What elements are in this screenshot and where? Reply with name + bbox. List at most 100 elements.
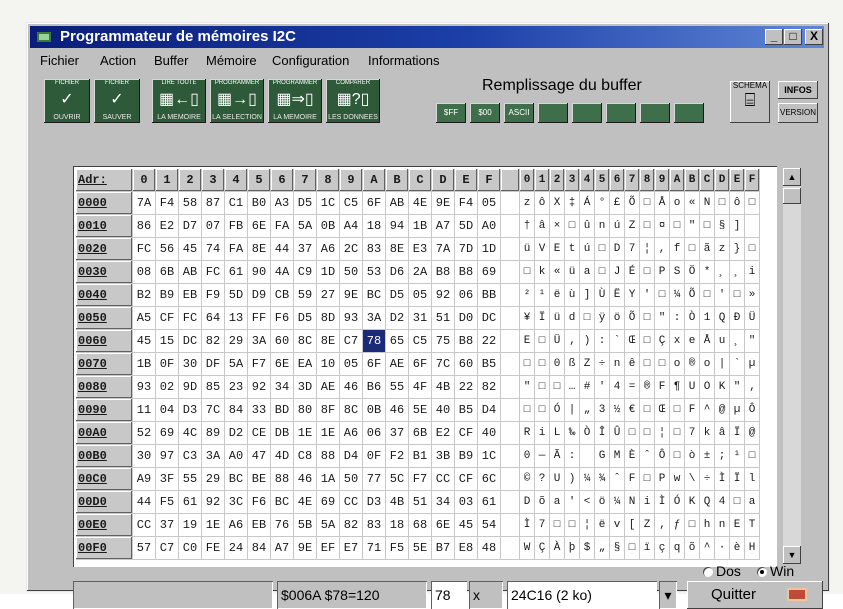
hex-cell[interactable]: FE (201, 536, 225, 560)
hex-cell[interactable]: B8 (431, 260, 455, 284)
hex-cell[interactable]: 44 (132, 490, 156, 514)
ascii-cell[interactable]: " (684, 214, 700, 238)
hex-cell[interactable]: 47 (247, 444, 271, 468)
ascii-cell[interactable]: * (699, 260, 715, 284)
hex-cell[interactable]: 65 (385, 329, 409, 353)
hex-cell[interactable]: 6B (155, 260, 179, 284)
hex-cell[interactable]: 3B (431, 444, 455, 468)
scroll-up-icon[interactable]: ▲ (783, 168, 801, 186)
ascii-cell[interactable]: ã (699, 237, 715, 261)
ascii-cell[interactable]: □ (594, 260, 610, 284)
hex-cell[interactable]: 82 (477, 375, 501, 399)
ascii-cell[interactable]: □ (579, 306, 595, 330)
ascii-cell[interactable]: û (579, 214, 595, 238)
hex-cell[interactable]: 68 (408, 513, 432, 537)
ascii-cell[interactable]: □ (729, 490, 745, 514)
hex-cell[interactable]: 1C (316, 191, 340, 215)
ascii-cell[interactable]: v (609, 513, 625, 537)
hex-cell[interactable]: 2A (408, 260, 432, 284)
menu-informations[interactable]: Informations (368, 53, 440, 68)
hex-cell[interactable]: 18 (385, 513, 409, 537)
ascii-cell[interactable]: □ (669, 214, 685, 238)
hex-cell[interactable]: CE (247, 421, 271, 445)
ascii-cell[interactable]: □ (654, 283, 670, 307)
ascii-cell[interactable]: ) (564, 467, 580, 491)
ascii-cell[interactable]: E (549, 237, 565, 261)
ascii-cell[interactable]: Ô (744, 398, 760, 422)
ascii-cell[interactable]: ¼ (609, 490, 625, 514)
ascii-cell[interactable]: □ (639, 398, 655, 422)
ascii-cell[interactable]: Ë (609, 283, 625, 307)
hex-cell[interactable]: BE (247, 467, 271, 491)
ascii-cell[interactable]: ß (564, 352, 580, 376)
hex-cell[interactable]: 30 (132, 444, 156, 468)
ascii-cell[interactable]: " (654, 306, 670, 330)
ascii-cell[interactable]: | (564, 398, 580, 422)
hex-cell[interactable]: 04 (155, 398, 179, 422)
hex-cell[interactable]: D5 (385, 283, 409, 307)
ascii-cell[interactable]: ú (579, 237, 595, 261)
ascii-cell[interactable]: ‰ (564, 421, 580, 445)
hex-cell[interactable]: 34 (270, 375, 294, 399)
ascii-cell[interactable]: Ü (744, 306, 760, 330)
ascii-cell[interactable]: @ (714, 398, 730, 422)
hex-cell[interactable]: 0B (316, 214, 340, 238)
hex-cell[interactable]: A5 (132, 306, 156, 330)
program-memory-button[interactable]: PROGRAMMER ▦⇒▯ LA MEMOIRE (268, 79, 322, 123)
ascii-cell[interactable]: □ (699, 214, 715, 238)
hex-cell[interactable]: 5D (224, 283, 248, 307)
menu-configuration[interactable]: Configuration (272, 53, 349, 68)
hex-cell[interactable]: 87 (201, 191, 225, 215)
ascii-cell[interactable]: ‚ (654, 513, 670, 537)
hex-cell[interactable]: 8E (316, 329, 340, 353)
hex-cell[interactable]: 37 (385, 421, 409, 445)
fill-pattern-button[interactable] (538, 103, 568, 123)
hex-cell[interactable]: D4 (339, 444, 363, 468)
hex-cell[interactable]: 4D (270, 444, 294, 468)
ascii-cell[interactable]: P (654, 260, 670, 284)
ascii-cell[interactable]: µ (729, 398, 745, 422)
ascii-cell[interactable]: · (714, 536, 730, 560)
hex-cell[interactable]: 8D (316, 306, 340, 330)
hex-cell[interactable]: 6E (247, 214, 271, 238)
hex-cell[interactable]: 88 (316, 444, 340, 468)
ascii-cell[interactable]: ¼ (579, 467, 595, 491)
hex-cell[interactable]: A6 (316, 237, 340, 261)
hex-cell[interactable]: 8F (316, 398, 340, 422)
hex-cell[interactable]: 60 (270, 329, 294, 353)
ascii-cell[interactable]: Q (699, 490, 715, 514)
ascii-cell[interactable]: □ (654, 352, 670, 376)
hex-cell[interactable]: 83 (362, 513, 386, 537)
ascii-cell[interactable]: 7 (534, 513, 550, 537)
program-selection-button[interactable]: PROGRAMMER ▦→▯ LA SELECTION (210, 79, 264, 123)
ascii-cell[interactable]: □ (534, 375, 550, 399)
hex-cell[interactable]: B0 (247, 191, 271, 215)
fill-select-button[interactable] (640, 103, 670, 123)
ascii-cell[interactable]: □ (639, 191, 655, 215)
ascii-cell[interactable]: f (669, 237, 685, 261)
ascii-cell[interactable]: õ (534, 490, 550, 514)
ascii-cell[interactable]: Å (699, 329, 715, 353)
ascii-cell[interactable]: 4 (714, 490, 730, 514)
hex-cell[interactable]: B5 (454, 398, 478, 422)
hex-cell[interactable]: FC (178, 306, 202, 330)
hex-cell[interactable]: 0F (362, 444, 386, 468)
value-clear-button[interactable]: x (469, 581, 503, 609)
ascii-cell[interactable]: o (669, 191, 685, 215)
hex-cell[interactable]: 80 (293, 398, 317, 422)
ascii-cell[interactable]: U (684, 375, 700, 399)
hex-cell[interactable]: E7 (339, 536, 363, 560)
hex-cell[interactable]: 89 (201, 421, 225, 445)
hex-cell[interactable]: D0 (454, 306, 478, 330)
ascii-cell[interactable]: ¹ (534, 283, 550, 307)
ascii-cell[interactable]: ‚ (744, 375, 760, 399)
hex-cell[interactable]: 75 (431, 329, 455, 353)
hex-cell[interactable]: 48 (477, 536, 501, 560)
ascii-cell[interactable]: □ (684, 513, 700, 537)
hex-cell[interactable]: 31 (408, 306, 432, 330)
hex-cell[interactable]: 40 (477, 421, 501, 445)
selected-hex-cell[interactable]: 78 (362, 329, 386, 353)
ascii-cell[interactable]: k (534, 260, 550, 284)
hex-cell[interactable]: E2 (431, 421, 455, 445)
hex-cell[interactable]: 9E (431, 191, 455, 215)
